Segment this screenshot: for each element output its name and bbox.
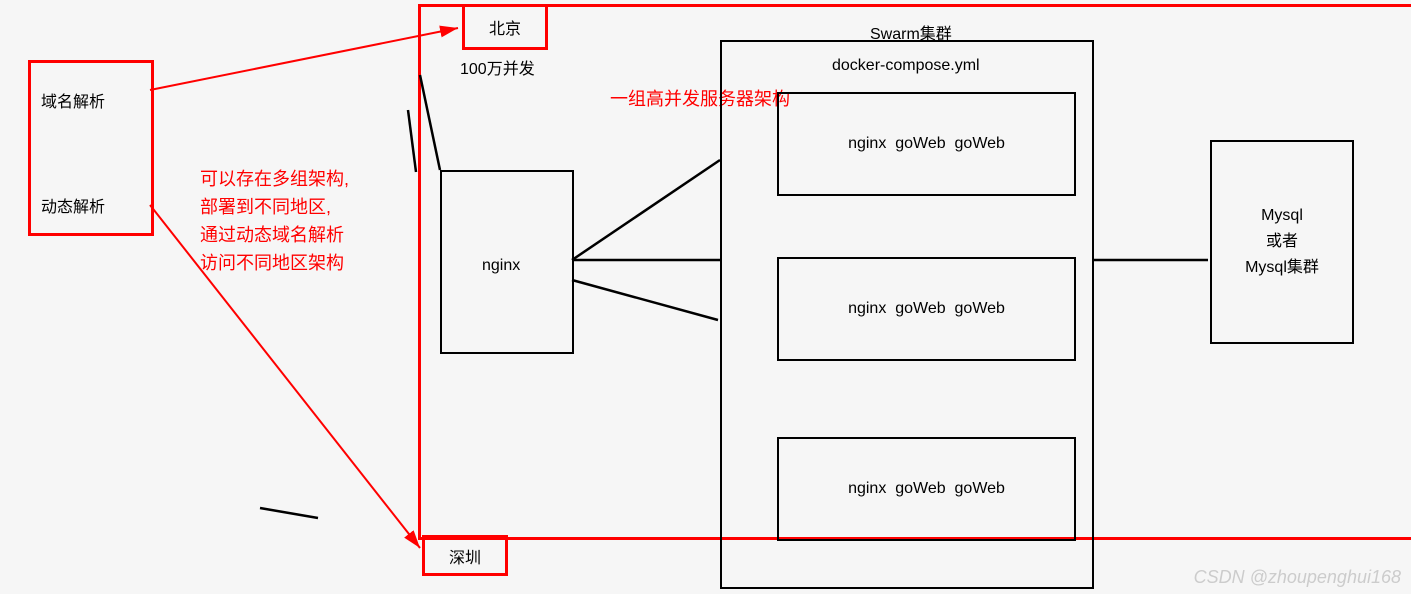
dns-label-2: 动态解析 xyxy=(41,193,105,217)
multi-region-note: 可以存在多组架构, 部署到不同地区, 通过动态域名解析 访问不同地区架构 xyxy=(200,165,349,277)
watermark: CSDN @zhoupenghui168 xyxy=(1194,567,1401,588)
service-line-1: nginx goWeb goWeb xyxy=(848,135,1005,153)
service-line-2: nginx goWeb goWeb xyxy=(848,300,1005,318)
dns-box: 域名解析 动态解析 xyxy=(28,60,154,236)
service-box-2: nginx goWeb goWeb xyxy=(777,257,1076,361)
region-bottom-box: 深圳 xyxy=(422,535,508,576)
mysql-label: Mysql 或者 Mysql集群 xyxy=(1245,203,1319,281)
dns-label-1: 域名解析 xyxy=(41,88,105,112)
nginx-label: nginx xyxy=(482,257,520,275)
mysql-box: Mysql 或者 Mysql集群 xyxy=(1210,140,1354,344)
service-box-3: nginx goWeb goWeb xyxy=(777,437,1076,541)
service-line-3: nginx goWeb goWeb xyxy=(848,480,1005,498)
compose-title: docker-compose.yml xyxy=(832,57,980,75)
swarm-box: docker-compose.yml nginx goWeb goWeb ngi… xyxy=(720,40,1094,589)
nginx-box: nginx xyxy=(440,170,574,354)
service-box-1: nginx goWeb goWeb xyxy=(777,92,1076,196)
region-bottom-label: 深圳 xyxy=(449,544,481,568)
